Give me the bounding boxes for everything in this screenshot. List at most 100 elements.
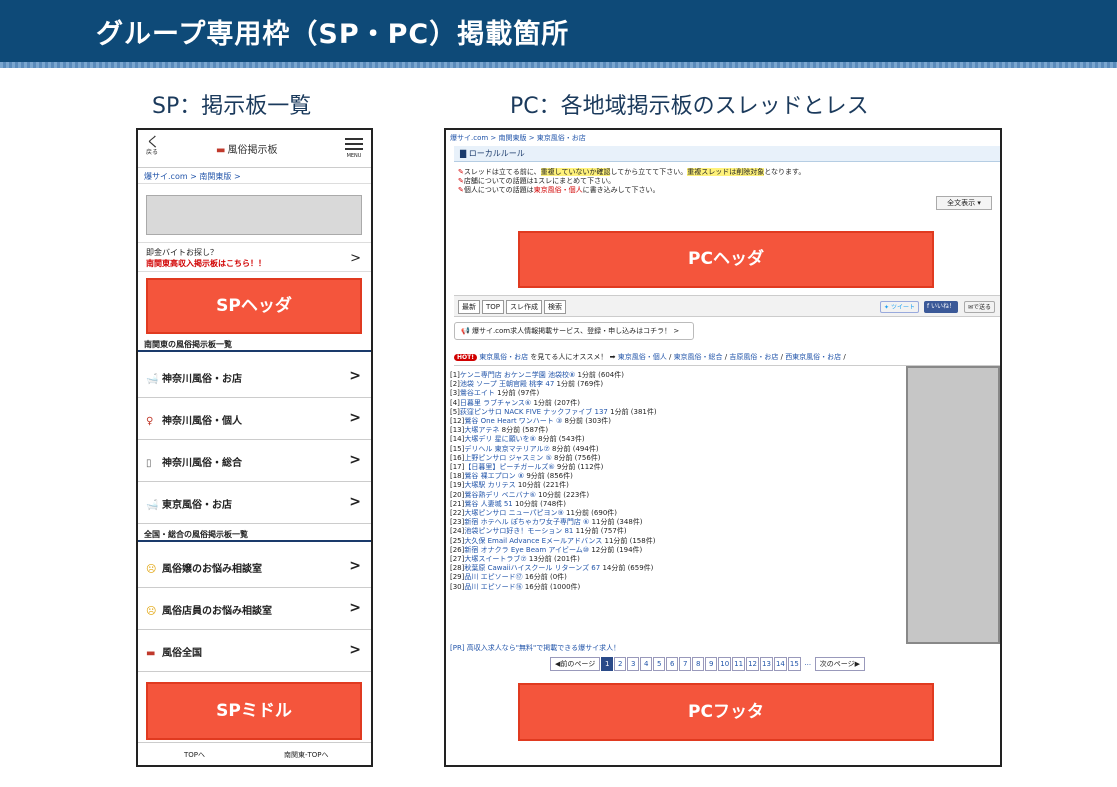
thread-row[interactable]: [20]鶯谷熟デリ ベニバナ⑥ 10分前 (223件)	[450, 491, 890, 500]
board-item[interactable]: 🛁 東京風俗・お店 >	[138, 482, 371, 524]
top-link[interactable]: TOPへ	[184, 750, 205, 760]
thread-row[interactable]: [21]鶯谷 人妻城 51 10分前 (748件)	[450, 500, 890, 509]
thread-title[interactable]: 鶯谷 裸エプロン ⑧	[464, 472, 524, 480]
thread-row[interactable]: [30]品川 エピソード⑯ 16分前 (1000件)	[450, 583, 890, 592]
back-button[interactable]: く 戻る	[146, 136, 160, 156]
thread-number: [26]	[450, 545, 465, 554]
page-number-button[interactable]: 11	[732, 657, 746, 671]
thread-row[interactable]: [25]大久保 Email Advance Eメールアドバンス 11分前 (15…	[450, 537, 890, 546]
thread-row[interactable]: [5]荻窪ピンサロ NACK FIVE ナックファイブ 137 1分前 (381…	[450, 408, 890, 417]
pr-link[interactable]: [PR] 高収入求人なら"無料"で掲載できる爆サイ求人！	[450, 643, 620, 653]
thread-title[interactable]: 池袋 ソープ 王朝官殿 桃李 47	[460, 380, 554, 388]
thread-row[interactable]: [26]新宿 オナクラ Eye Beam アイビーム⑩ 12分前 (194件)	[450, 546, 890, 555]
full-view-button[interactable]: 全文表示 ▾	[936, 196, 992, 210]
page-number-button[interactable]: 6	[666, 657, 679, 671]
related-board-link[interactable]: 吉原風俗・お店	[729, 353, 778, 361]
thread-title[interactable]: 鶯谷 One Heart ワンハート ③	[464, 417, 562, 425]
hot-link[interactable]: 東京風俗・お店	[479, 353, 528, 361]
thread-title[interactable]: 鶯谷熟デリ ベニバナ⑥	[464, 491, 536, 499]
board-item[interactable]: 🛁 神奈川風俗・お店 >	[138, 356, 371, 398]
chevron-right-icon: >	[349, 452, 361, 468]
thread-title[interactable]: デリヘル 東京マテリアル⑦	[464, 445, 549, 453]
region-top-link[interactable]: 南関東-TOPへ	[284, 750, 329, 760]
thread-title[interactable]: 大塚駅 カリテス	[464, 481, 515, 489]
thread-row[interactable]: [12]鶯谷 One Heart ワンハート ③ 8分前 (303件)	[450, 417, 890, 426]
page-number-button[interactable]: 3	[627, 657, 640, 671]
thread-title[interactable]: 秋葉原 Cawaiiハイスクール リターンズ 67	[464, 564, 600, 572]
thread-row[interactable]: [1]ケンニ専門店 おケンニ学園 池袋校⑧ 1分前 (604件)	[450, 371, 890, 380]
page-number-button[interactable]: 4	[640, 657, 653, 671]
page-number-button[interactable]: 1	[601, 657, 614, 671]
thread-title[interactable]: 新宿 オナクラ Eye Beam アイビーム⑩	[464, 546, 589, 554]
thread-row[interactable]: [16]上野ピンサロ ジャスミン ⑤ 8分前 (756件)	[450, 454, 890, 463]
thread-title[interactable]: 品川 エピソード⑰	[464, 573, 522, 581]
sp-breadcrumb[interactable]: 爆サイ.com > 南関東版 >	[138, 168, 371, 184]
thread-row[interactable]: [17]【日暮里】ピーチガールズ⑥ 9分前 (112件)	[450, 463, 890, 472]
thread-title[interactable]: 鶯谷エイト	[460, 389, 495, 397]
thread-row[interactable]: [22]大塚ピンサロ ニューパピヨン⑨ 11分前 (690件)	[450, 509, 890, 518]
page-number-button[interactable]: 15	[787, 657, 801, 671]
page-number-button[interactable]: 7	[679, 657, 692, 671]
thread-title[interactable]: 大塚スイートラブ⑦	[464, 555, 526, 563]
related-board-link[interactable]: 東京風俗・個人	[618, 353, 667, 361]
thread-title[interactable]: 大久保 Email Advance Eメールアドバンス	[464, 537, 602, 545]
top-button[interactable]: TOP	[482, 300, 505, 314]
thread-row[interactable]: [14]大塚デリ 星に願いを⑧ 8分前 (543件)	[450, 435, 890, 444]
thread-row[interactable]: [24]池袋ピンサロ好き！モーション 81 11分前 (757件)	[450, 527, 890, 536]
thread-row[interactable]: [19]大塚駅 カリテス 10分前 (221件)	[450, 481, 890, 490]
thread-number: [17]	[450, 463, 465, 472]
job-banner[interactable]: 即金バイトお探し？ 南関東高収入掲示板はこちら！！ >	[138, 242, 371, 272]
board-item[interactable]: ☹ 風俗店員のお悩み相談室 >	[138, 588, 371, 630]
thread-title[interactable]: 日暮里 ラブチャンス⑥	[460, 399, 531, 407]
thread-title[interactable]: 【日暮里】ピーチガールズ⑥	[464, 463, 554, 471]
tweet-button[interactable]: ✦ ツイート	[880, 301, 919, 313]
search-button[interactable]: 検索	[544, 300, 566, 314]
page-number-button[interactable]: 13	[760, 657, 773, 671]
title-stripe	[0, 62, 1117, 68]
menu-button[interactable]: MENU	[345, 138, 363, 159]
page-number-button[interactable]: 5	[653, 657, 666, 671]
thread-title[interactable]: 荻窪ピンサロ NACK FIVE ナックファイブ 137	[460, 408, 608, 416]
prev-page-button[interactable]: ◀前のページ	[550, 657, 601, 671]
related-board-link[interactable]: 西東京風俗・お店	[785, 353, 841, 361]
latest-button[interactable]: 最新	[458, 300, 480, 314]
thread-row[interactable]: [4]日暮里 ラブチャンス⑥ 1分前 (207件)	[450, 399, 890, 408]
board-label: 風俗全国	[162, 648, 202, 659]
send-button[interactable]: ✉で送る	[964, 301, 996, 313]
page-number-button[interactable]: 2	[614, 657, 627, 671]
board-item[interactable]: ♀ 神奈川風俗・個人 >	[138, 398, 371, 440]
thread-title[interactable]: 鶯谷 人妻城 51	[464, 500, 512, 508]
board-item[interactable]: ▬ 風俗全国 >	[138, 630, 371, 672]
thread-row[interactable]: [15]デリヘル 東京マテリアル⑦ 8分前 (494件)	[450, 445, 890, 454]
rule-link[interactable]: 東京風俗・個人	[534, 186, 583, 194]
bed-icon: ▬	[146, 648, 156, 659]
page-number-button[interactable]: 12	[746, 657, 760, 671]
thread-title[interactable]: 品川 エピソード⑯	[464, 583, 522, 591]
create-thread-button[interactable]: スレ作成	[506, 300, 542, 314]
thread-title[interactable]: 大塚デリ 星に願いを⑧	[464, 435, 536, 443]
site-logo[interactable]: ▬ 風俗掲示板	[216, 141, 277, 156]
like-button[interactable]: f いいね！	[924, 301, 959, 313]
thread-row[interactable]: [27]大塚スイートラブ⑦ 13分前 (201件)	[450, 555, 890, 564]
thread-title[interactable]: 大塚ピンサロ ニューパピヨン⑨	[464, 509, 563, 517]
thread-title[interactable]: 池袋ピンサロ好き！モーション 81	[464, 527, 573, 535]
page-number-button[interactable]: 9	[705, 657, 718, 671]
thread-title[interactable]: 大塚アテネ	[464, 426, 499, 434]
page-number-button[interactable]: 14	[773, 657, 787, 671]
book-icon: ▇	[460, 149, 469, 158]
thread-title[interactable]: 新宿 ホテヘル ぽちゃカワ女子専門店 ⑥	[464, 518, 589, 526]
thread-title[interactable]: ケンニ専門店 おケンニ学園 池袋校⑧	[460, 371, 575, 379]
sp-middle-ad-slot: SPミドル	[146, 682, 362, 740]
job-ad-link[interactable]: 📢 爆サイ.com求人情報掲載サービス、登録・申し込みはコチラ！ >	[454, 322, 694, 340]
board-label: 風俗店員のお悩み相談室	[162, 606, 272, 617]
related-board-link[interactable]: 東京風俗・総合	[674, 353, 723, 361]
board-item[interactable]: ▯ 神奈川風俗・総合 >	[138, 440, 371, 482]
thread-row[interactable]: [3]鶯谷エイト 1分前 (97件)	[450, 389, 890, 398]
page-number-button[interactable]: 8	[692, 657, 705, 671]
board-item[interactable]: ☹ 風俗嬢のお悩み相談室 >	[138, 546, 371, 588]
page-number-button[interactable]: 10	[718, 657, 732, 671]
next-page-button[interactable]: 次のページ▶	[814, 657, 866, 671]
pc-breadcrumb[interactable]: 爆サイ.com > 南関東版 > 東京風俗・お店	[450, 133, 586, 143]
thread-title[interactable]: 上野ピンサロ ジャスミン ⑤	[464, 454, 551, 462]
thread-row[interactable]: [29]品川 エピソード⑰ 16分前 (0件)	[450, 573, 890, 582]
